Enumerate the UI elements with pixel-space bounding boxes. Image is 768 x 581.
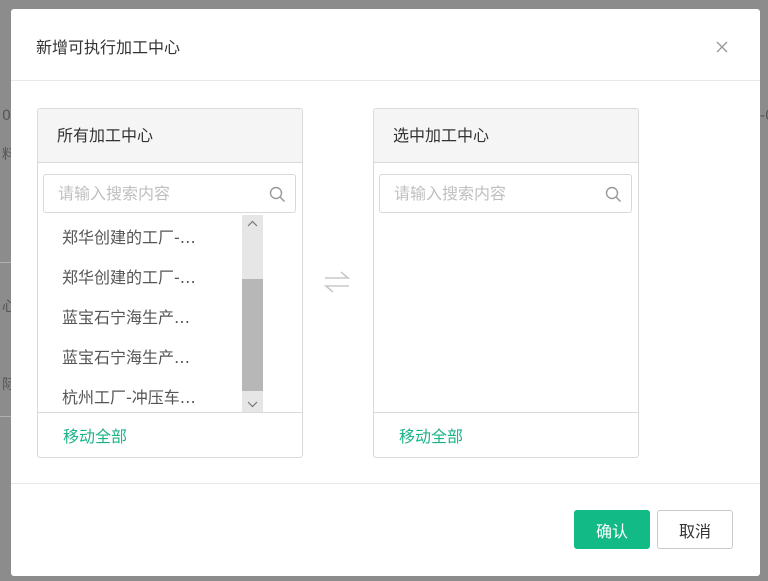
dialog-title: 新增可执行加工中心 xyxy=(36,38,181,57)
list-item[interactable]: 郑华创建的工厂-… xyxy=(38,218,238,258)
target-search-box xyxy=(379,174,632,213)
confirm-button[interactable]: 确认 xyxy=(574,510,650,549)
target-list xyxy=(374,215,638,413)
cancel-button[interactable]: 取消 xyxy=(657,510,733,549)
list-item[interactable]: 郑华创建的工厂-… xyxy=(38,258,238,298)
target-panel: 选中加工中心 移动全部 xyxy=(373,108,639,458)
source-panel-footer: 移动全部 xyxy=(38,412,302,457)
dialog-header: 新增可执行加工中心 xyxy=(11,9,760,81)
source-search-box xyxy=(43,174,296,213)
dialog-footer: 确认 取消 xyxy=(11,483,760,576)
target-panel-footer: 移动全部 xyxy=(374,412,638,457)
transfer-arrows-icon xyxy=(322,268,352,296)
source-list-scrollbar[interactable] xyxy=(242,215,263,413)
target-panel-title: 选中加工中心 xyxy=(374,109,638,163)
bg-divider xyxy=(0,416,11,417)
source-panel: 所有加工中心 郑华创建的工厂-… 郑华创建的工厂-… 蓝宝石宁海生产… 蓝宝石宁… xyxy=(37,108,303,458)
list-item[interactable]: 蓝宝石宁海生产… xyxy=(38,338,238,378)
scroll-down-icon[interactable] xyxy=(242,395,263,413)
source-search-input[interactable] xyxy=(58,175,258,212)
add-machining-center-dialog: 新增可执行加工中心 所有加工中心 郑华创建的工厂-… 郑华创建的工厂-… 蓝宝石… xyxy=(11,9,760,576)
search-icon[interactable] xyxy=(269,186,286,203)
source-panel-title: 所有加工中心 xyxy=(38,109,302,163)
scrollbar-thumb[interactable] xyxy=(242,279,263,391)
bg-text-fragment: -0 xyxy=(760,108,768,124)
search-icon[interactable] xyxy=(605,186,622,203)
bg-text-fragment: 0 xyxy=(2,108,11,124)
list-item[interactable]: 杭州工厂-冲压车… xyxy=(38,378,238,413)
close-icon[interactable] xyxy=(714,39,730,55)
move-all-button[interactable]: 移动全部 xyxy=(399,423,463,447)
target-search-input[interactable] xyxy=(394,175,594,212)
list-item[interactable]: 蓝宝石宁海生产… xyxy=(38,298,238,338)
scroll-up-icon[interactable] xyxy=(242,215,263,233)
bg-divider xyxy=(0,262,11,263)
move-all-button[interactable]: 移动全部 xyxy=(63,423,127,447)
